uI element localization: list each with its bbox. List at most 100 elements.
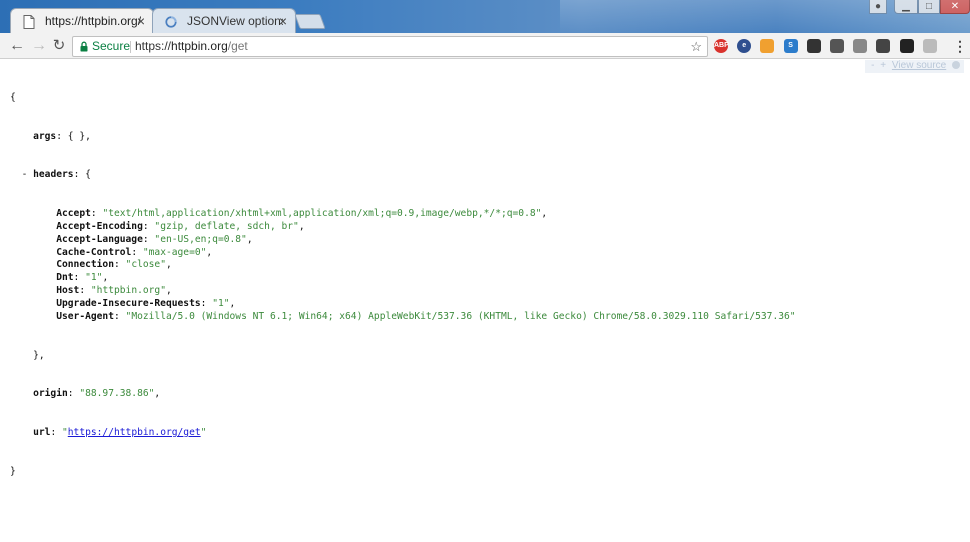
bookmark-star-icon[interactable]: ☆ — [690, 37, 702, 56]
json-brace: { — [10, 91, 16, 103]
headers-list: Accept: "text/html,application/xhtml+xml… — [10, 207, 796, 324]
page-content: - + View source { args: { }, - headers: … — [0, 60, 970, 542]
json-line: Host: "httpbin.org", — [56, 285, 172, 297]
tab-httpbin[interactable]: https://httpbin.org/get × — [10, 8, 154, 33]
glasses-extension-icon[interactable] — [899, 39, 914, 53]
jsonview-icon — [165, 16, 177, 28]
user-profile-button[interactable]: ● — [869, 0, 887, 14]
json-comma: , — [246, 233, 253, 245]
json-line: - headers: { — [21, 169, 91, 181]
json-value: "max-age=0" — [142, 246, 207, 258]
json-key: Host — [56, 285, 80, 297]
json-value: "httpbin.org" — [90, 285, 166, 297]
lock-icon — [80, 41, 88, 52]
maximize-icon: □ — [925, 1, 933, 12]
new-tab-button[interactable] — [294, 14, 326, 29]
view-source-bar: - + View source — [865, 60, 964, 73]
close-window-button[interactable]: ✕ — [940, 0, 970, 14]
json-comma: , — [165, 259, 172, 271]
adblock-icon[interactable]: ABP — [714, 39, 729, 53]
address-bar[interactable]: Secure https://httpbin.org/get ☆ — [72, 36, 708, 57]
json-value: "88.97.38.86" — [79, 388, 155, 400]
url-scheme: https:// — [135, 39, 172, 53]
json-key: headers — [33, 169, 74, 181]
close-icon: ✕ — [950, 1, 960, 12]
s-extension-icon[interactable]: S — [783, 39, 798, 53]
collapse-all-button[interactable]: - — [871, 60, 874, 71]
secure-label: Secure — [92, 39, 131, 53]
json-value: "en-US,en;q=0.8" — [154, 233, 247, 245]
json-viewer: { args: { }, - headers: { Accept: "text/… — [10, 66, 796, 505]
json-comma: , — [229, 298, 236, 310]
url-path: /get — [227, 39, 248, 53]
save-extension-icon[interactable] — [830, 39, 844, 53]
user-icon: ● — [874, 1, 882, 12]
json-comma: , — [298, 220, 305, 232]
browser-toolbar: ← → ↻ Secure https://httpbin.org/get ☆ A… — [0, 33, 970, 59]
json-line: { — [10, 92, 796, 105]
json-key: Accept-Language — [56, 233, 143, 245]
json-key: origin — [33, 388, 68, 400]
json-key: Upgrade-Insecure-Requests — [56, 298, 201, 310]
json-line: }, — [10, 350, 796, 363]
settings-icon[interactable] — [952, 61, 960, 69]
collapse-toggle[interactable]: - — [22, 169, 28, 180]
drive-extension-icon[interactable] — [853, 39, 868, 53]
json-brace: }, — [33, 349, 45, 361]
json-value: "Mozilla/5.0 (Windows NT 6.1; Win64; x64… — [125, 311, 796, 323]
json-comma: , — [541, 207, 548, 219]
forward-button[interactable]: → — [30, 37, 48, 55]
json-line: origin: "88.97.38.86", — [33, 388, 161, 400]
json-comma: , — [165, 285, 172, 297]
json-key: Dnt — [56, 272, 74, 284]
url-text[interactable]: https://httpbin.org/get — [135, 37, 248, 56]
json-line: Connection: "close", — [56, 259, 172, 271]
expand-all-button[interactable]: + — [880, 60, 886, 71]
tab-jsonview-options[interactable]: JSONView options × — [152, 8, 296, 33]
json-value: "text/html,application/xhtml+xml,applica… — [102, 207, 542, 219]
url-host: httpbin.org — [171, 39, 228, 53]
json-line: args: { }, — [33, 130, 91, 142]
json-key: User-Agent — [56, 311, 114, 323]
maximize-button[interactable]: □ — [918, 0, 940, 14]
tab-close-icon[interactable]: × — [279, 9, 287, 33]
json-line: Cache-Control: "max-age=0", — [56, 246, 213, 258]
json-key: Accept — [56, 207, 91, 219]
json-comma: , — [102, 272, 109, 284]
tab-close-icon[interactable]: × — [137, 9, 145, 33]
url-link[interactable]: https://httpbin.org/get — [68, 427, 201, 438]
view-source-link[interactable]: View source — [892, 60, 946, 71]
json-value: { }, — [67, 130, 91, 142]
json-key: url — [33, 427, 51, 439]
json-line: Accept-Language: "en-US,en;q=0.8", — [56, 233, 253, 245]
gear-extension-icon[interactable] — [806, 39, 821, 53]
reload-button[interactable]: ↻ — [50, 37, 68, 55]
mustache-extension-icon[interactable] — [760, 39, 775, 53]
json-line: Accept-Encoding: "gzip, deflate, sdch, b… — [56, 220, 305, 232]
json-key: Connection — [56, 259, 114, 271]
json-value: "1" — [212, 298, 230, 310]
json-brace: } — [10, 465, 16, 477]
json-line: Upgrade-Insecure-Requests: "1", — [56, 298, 236, 310]
json-key: Accept-Encoding — [56, 220, 143, 232]
json-value: "close" — [125, 259, 166, 271]
json-comma: , — [206, 246, 213, 258]
address-separator — [130, 41, 131, 53]
pen-extension-icon[interactable] — [876, 39, 891, 53]
page-icon — [23, 15, 35, 29]
json-value: "gzip, deflate, sdch, br" — [154, 220, 299, 232]
json-line: } — [10, 466, 796, 479]
json-value: "1" — [85, 272, 103, 284]
json-line: User-Agent: "Mozilla/5.0 (Windows NT 6.1… — [56, 311, 796, 323]
json-line: url: "https://httpbin.org/get" — [33, 427, 207, 439]
e-extension-icon[interactable]: e — [737, 39, 752, 53]
minimize-icon: ▁ — [902, 1, 910, 12]
ghost-extension-icon[interactable] — [922, 39, 937, 53]
json-line: Accept: "text/html,application/xhtml+xml… — [56, 207, 548, 219]
chrome-menu-icon[interactable]: ⋮ — [953, 37, 967, 55]
json-line: Dnt: "1", — [56, 272, 109, 284]
back-button[interactable]: ← — [8, 37, 26, 55]
json-key: Cache-Control — [56, 246, 132, 258]
minimize-button[interactable]: ▁ — [894, 0, 918, 14]
tab-label: https://httpbin.org/get — [45, 14, 141, 28]
